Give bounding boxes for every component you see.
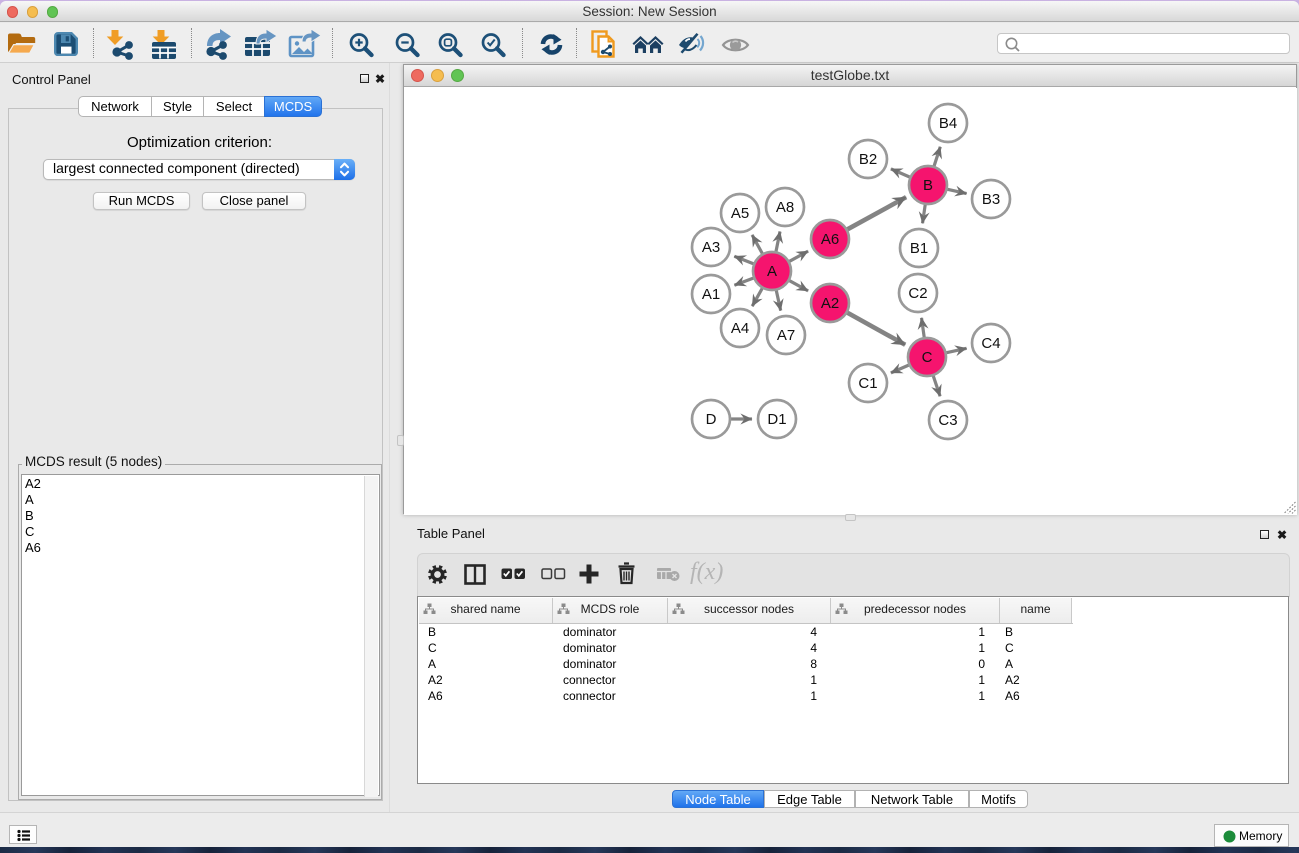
svg-text:A: A	[767, 263, 777, 280]
svg-text:C: C	[922, 349, 933, 366]
svg-text:C1: C1	[858, 375, 877, 392]
svg-text:C4: C4	[981, 335, 1000, 352]
svg-text:D: D	[706, 411, 717, 428]
svg-text:A5: A5	[731, 205, 749, 222]
svg-text:A2: A2	[821, 295, 839, 312]
svg-text:B3: B3	[982, 191, 1000, 208]
svg-text:C2: C2	[908, 285, 927, 302]
svg-text:A4: A4	[731, 320, 749, 337]
svg-text:A8: A8	[776, 199, 794, 216]
svg-text:D1: D1	[767, 411, 786, 428]
svg-text:A1: A1	[702, 286, 720, 303]
svg-text:B: B	[923, 177, 933, 194]
svg-text:C3: C3	[938, 412, 957, 429]
svg-text:A6: A6	[821, 231, 839, 248]
svg-text:B1: B1	[910, 240, 928, 257]
svg-text:B4: B4	[939, 115, 957, 132]
svg-text:A3: A3	[702, 239, 720, 256]
svg-text:A7: A7	[777, 327, 795, 344]
svg-text:B2: B2	[859, 151, 877, 168]
